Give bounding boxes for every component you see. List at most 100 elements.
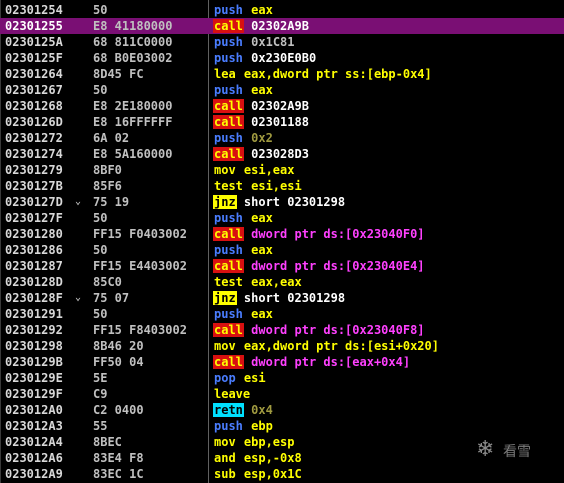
instruction-row[interactable]: 0230128D 85C0 test eax,eax xyxy=(0,274,564,290)
operand: eax xyxy=(251,83,273,97)
mnemonic: call xyxy=(213,227,244,241)
operand: dword ptr ds:[0x23040F0] xyxy=(251,227,425,241)
disassembly-cell: jnz short 02301298 xyxy=(213,290,345,306)
operand: eax xyxy=(251,243,273,257)
address-cell: 0230129F xyxy=(5,387,63,401)
jump-arrow-icon: ⌄ xyxy=(75,292,82,303)
hex-bytes-cell: 50 xyxy=(93,307,108,321)
address-cell: 0230126D xyxy=(5,115,63,129)
mnemonic: call xyxy=(213,115,244,129)
operand: esp,-0x8 xyxy=(236,451,302,465)
instruction-row[interactable]: 02301254 50 push eax xyxy=(0,2,564,18)
hex-bytes-cell: 50 xyxy=(93,211,108,225)
instruction-row[interactable]: 0230129E 5E pop esi xyxy=(0,370,564,386)
instruction-row[interactable]: 02301298 8B46 20 mov eax,dword ptr ds:[esi… xyxy=(0,338,564,354)
address-cell: 023012A6 xyxy=(5,451,63,465)
address-cell: 02301286 xyxy=(5,243,63,257)
disassembly-cell: mov esi,eax xyxy=(213,162,294,178)
disassembly-cell: pop esi xyxy=(213,370,266,386)
disassembly-cell: sub esp,0x1C xyxy=(213,466,302,482)
mnemonic: mov xyxy=(214,339,236,353)
mnemonic: call xyxy=(213,323,244,337)
mnemonic: call xyxy=(213,259,244,273)
hex-bytes-cell: 8D45 FC xyxy=(93,67,144,81)
disassembly-cell: push eax xyxy=(213,242,273,258)
address-cell: 02301272 xyxy=(5,131,63,145)
instruction-row[interactable]: 02301267 50 push eax xyxy=(0,82,564,98)
disassembly-cell: mov ebp,esp xyxy=(213,434,294,450)
instruction-row[interactable]: 0230129F C9 leave xyxy=(0,386,564,402)
operand: eax xyxy=(251,3,273,17)
disassembly-cell: call dword ptr ds:[eax+0x4] xyxy=(213,354,410,370)
instruction-row[interactable]: 02301279 8BF0 mov esi,eax xyxy=(0,162,564,178)
operand: eax,eax xyxy=(243,275,302,289)
operand: 0x2 xyxy=(251,131,273,145)
mnemonic: push xyxy=(214,211,243,225)
instruction-row[interactable]: 02301272 6A 02 push 0x2 xyxy=(0,130,564,146)
instruction-row[interactable]: 0230129B FF50 04 call dword ptr ds:[eax+0x… xyxy=(0,354,564,370)
hex-bytes-cell: E8 41180000 xyxy=(93,19,173,33)
mnemonic: call xyxy=(213,355,244,369)
instruction-row[interactable]: 0230126D E8 16FFFFFF call 02301188 xyxy=(0,114,564,130)
operand: dword ptr ds:[eax+0x4] xyxy=(251,355,411,369)
mnemonic: call xyxy=(213,19,244,33)
address-cell: 02301280 xyxy=(5,227,63,241)
disassembly-cell: lea eax,dword ptr ss:[ebp-0x4] xyxy=(213,66,432,82)
hex-bytes-cell: 8B46 20 xyxy=(93,339,144,353)
mnemonic: test xyxy=(214,275,243,289)
instruction-row-selected[interactable]: 02301255 E8 41180000 call 02302A9B xyxy=(0,18,564,34)
operand: ebp,esp xyxy=(236,435,295,449)
instruction-row[interactable]: 0230127B 85F6 test esi,esi xyxy=(0,178,564,194)
operand: short 02301298 xyxy=(236,291,346,305)
watermark: ❄ 看雪 xyxy=(476,438,556,464)
address-cell: 02301291 xyxy=(5,307,63,321)
mnemonic: jnz xyxy=(213,291,237,305)
instruction-row[interactable]: 02301291 50 push eax xyxy=(0,306,564,322)
disassembly-pane[interactable]: 02301254 50 push eax 02301255 E8 41180000 cal… xyxy=(0,0,564,483)
hex-bytes-cell: C9 xyxy=(93,387,108,401)
disassembly-cell: and esp,-0x8 xyxy=(213,450,302,466)
instruction-row[interactable]: 02301274 E8 5A160000 call 023028D3 xyxy=(0,146,564,162)
address-cell: 02301279 xyxy=(5,163,63,177)
instruction-row[interactable]: 02301286 50 push eax xyxy=(0,242,564,258)
mnemonic: retn xyxy=(213,403,244,417)
hex-bytes-cell: C2 0400 xyxy=(93,403,144,417)
address-cell: 02301267 xyxy=(5,83,63,97)
mnemonic: pop xyxy=(214,371,236,385)
disassembly-cell: push 0x230E0B0 xyxy=(213,50,316,66)
instruction-row[interactable]: 0230128F ⌄ 75 07 jnz short 02301298 xyxy=(0,290,564,306)
instruction-row[interactable]: 0230127D ⌄ 75 19 jnz short 02301298 xyxy=(0,194,564,210)
hex-bytes-cell: 5E xyxy=(93,371,108,385)
hex-bytes-cell: FF15 F0403002 xyxy=(93,227,187,241)
instruction-row[interactable]: 023012A0 C2 0400 retn 0x4 xyxy=(0,402,564,418)
instruction-row[interactable]: 0230125F 68 B0E03002 push 0x230E0B0 xyxy=(0,50,564,66)
operand: esp,0x1C xyxy=(236,467,302,481)
instruction-row[interactable]: 02301292 FF15 F8403002 call dword ptr ds:[… xyxy=(0,322,564,338)
operand: dword ptr ds:[0x23040E4] xyxy=(251,259,425,273)
disassembly-cell: push ebp xyxy=(213,418,273,434)
address-cell: 0230125F xyxy=(5,51,63,65)
disassembly-cell: call dword ptr ds:[0x23040E4] xyxy=(213,258,425,274)
address-cell: 0230128F xyxy=(5,291,63,305)
instruction-row[interactable]: 02301268 E8 2E180000 call 02302A9B xyxy=(0,98,564,114)
snowflake-icon: ❄ xyxy=(476,437,495,462)
instruction-row[interactable]: 02301287 FF15 E4403002 call dword ptr ds:[… xyxy=(0,258,564,274)
operand: 02301188 xyxy=(251,115,309,129)
instruction-row[interactable]: 0230127F 50 push eax xyxy=(0,210,564,226)
disassembly-cell: call dword ptr ds:[0x23040F0] xyxy=(213,226,425,242)
operand: eax xyxy=(251,211,273,225)
instruction-row[interactable]: 02301264 8D45 FC lea eax,dword ptr ss:[ebp… xyxy=(0,66,564,82)
address-cell: 0230127B xyxy=(5,179,63,193)
instruction-row[interactable]: 0230125A 68 811C0000 push 0x1C81 xyxy=(0,34,564,50)
address-cell: 02301268 xyxy=(5,99,63,113)
hex-bytes-cell: FF15 F8403002 xyxy=(93,323,187,337)
disassembly-cell: retn 0x4 xyxy=(213,402,273,418)
disassembly-cell: test eax,eax xyxy=(213,274,302,290)
instruction-row[interactable]: 023012A9 83EC 1C sub esp,0x1C xyxy=(0,466,564,482)
address-cell: 02301292 xyxy=(5,323,63,337)
instruction-row[interactable]: 02301280 FF15 F0403002 call dword ptr ds:[… xyxy=(0,226,564,242)
disassembly-cell: test esi,esi xyxy=(213,178,302,194)
hex-bytes-cell: FF50 04 xyxy=(93,355,144,369)
instruction-row[interactable]: 023012A3 55 push ebp xyxy=(0,418,564,434)
disassembly-cell: push 0x1C81 xyxy=(213,34,295,50)
